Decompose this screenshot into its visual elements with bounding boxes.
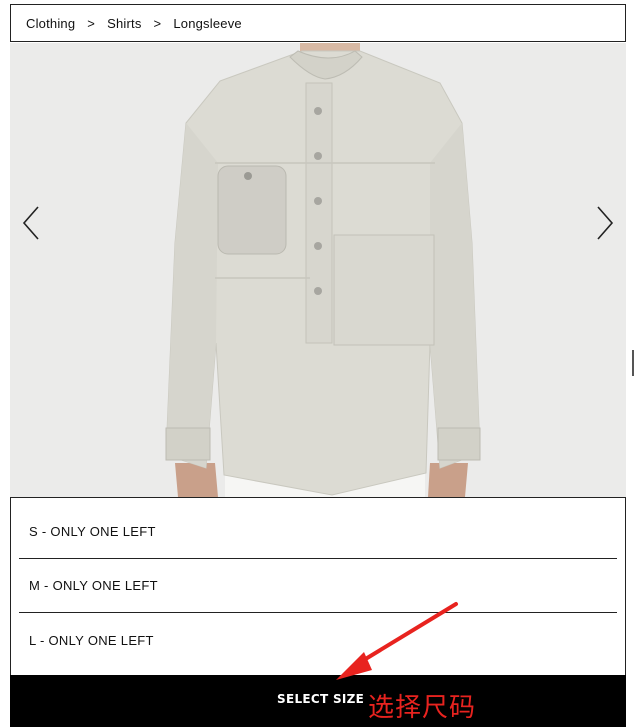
chevron-left-icon — [22, 206, 39, 240]
breadcrumb: Clothing > Shirts > Longsleeve — [10, 4, 626, 42]
gallery-prev-button[interactable] — [18, 203, 48, 243]
breadcrumb-item-shirts[interactable]: Shirts — [107, 16, 141, 31]
breadcrumb-item-clothing[interactable]: Clothing — [26, 16, 75, 31]
product-image — [10, 43, 626, 497]
size-dropdown: S - ONLY ONE LEFT M - ONLY ONE LEFT L - … — [10, 497, 626, 675]
breadcrumb-separator: > — [153, 15, 162, 31]
chevron-right-icon — [597, 206, 614, 240]
annotation-text: 选择尺码 — [368, 693, 477, 723]
breadcrumb-item-longsleeve[interactable]: Longsleeve — [173, 16, 242, 31]
product-gallery — [10, 43, 626, 497]
breadcrumb-separator: > — [87, 15, 96, 31]
gallery-next-button[interactable] — [588, 203, 618, 243]
size-option-m[interactable]: M - ONLY ONE LEFT — [19, 559, 617, 613]
size-option-l[interactable]: L - ONLY ONE LEFT — [19, 613, 617, 667]
size-option-s[interactable]: S - ONLY ONE LEFT — [19, 505, 617, 559]
select-size-button[interactable]: SELECT SIZE — [10, 675, 626, 727]
select-size-label: SELECT SIZE — [277, 692, 365, 706]
